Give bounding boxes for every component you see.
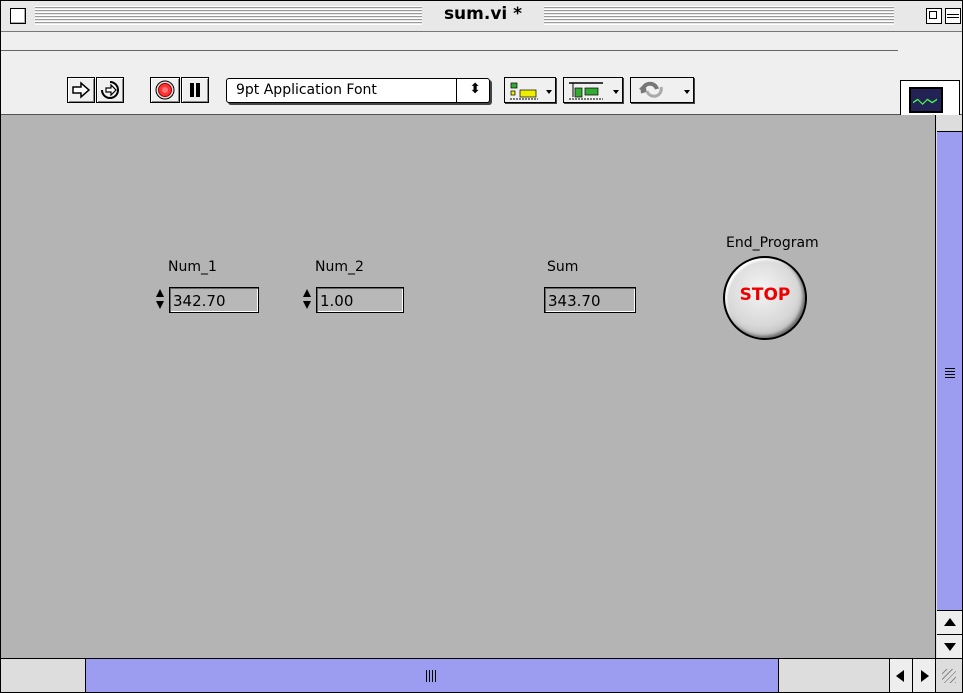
vi-window: sum.vi * 9pt Application Font ⬍ Num_1 34… [0, 0, 963, 693]
num-1-label: Num_1 [168, 259, 217, 275]
zoom-box[interactable] [926, 8, 942, 24]
toolbar: 9pt Application Font ⬍ [1, 32, 962, 142]
abort-icon [155, 80, 175, 100]
front-panel: Num_1 342.70 Num_2 1.00 Sum 343.70 End_P… [1, 115, 935, 658]
distribute-objects-dropdown[interactable] [563, 77, 623, 103]
scroll-down-button[interactable] [937, 634, 962, 658]
horizontal-scroll-track[interactable] [1, 659, 86, 692]
distribute-objects-icon [569, 82, 603, 100]
align-objects-icon [510, 82, 538, 100]
title-bar-stripes [544, 6, 894, 25]
resize-grip[interactable] [935, 658, 962, 692]
num-1-increment-decrement[interactable] [156, 287, 164, 313]
font-select-value: 9pt Application Font [236, 82, 377, 98]
num-2-label: Num_2 [315, 259, 364, 275]
reorder-icon [639, 81, 663, 98]
vertical-scroll-thumb[interactable] [937, 131, 962, 611]
num-1-control[interactable]: 342.70 [169, 287, 259, 313]
stop-button[interactable]: STOP [723, 256, 807, 340]
up-down-arrows-icon: ⬍ [469, 81, 481, 97]
run-arrow-icon [72, 81, 91, 99]
font-select-divider [456, 79, 457, 102]
run-continuously-button[interactable] [96, 77, 124, 103]
scroll-left-button[interactable] [889, 659, 912, 692]
grip-icon [426, 670, 436, 682]
pause-icon [190, 83, 200, 97]
reorder-dropdown[interactable] [630, 77, 694, 103]
scroll-up-button[interactable] [937, 610, 962, 634]
waveform-screen-icon [909, 87, 943, 113]
num-2-increment-decrement[interactable] [303, 287, 311, 313]
num-2-control[interactable]: 1.00 [316, 287, 404, 313]
title-bar-stripes [35, 6, 422, 25]
end-program-label: End_Program [726, 235, 819, 251]
sum-label: Sum [547, 259, 579, 275]
run-continuously-icon [101, 81, 119, 99]
sum-indicator: 343.70 [544, 287, 636, 313]
scroll-right-button[interactable] [912, 659, 935, 692]
stop-button-text: STOP [739, 285, 791, 305]
window-title: sum.vi * [443, 4, 523, 24]
chevron-down-icon [613, 90, 619, 94]
abort-button[interactable] [150, 77, 180, 103]
close-box[interactable] [10, 8, 26, 24]
toolbar-divider [1, 50, 898, 51]
horizontal-scroll-thumb[interactable] [86, 659, 779, 692]
horizontal-scrollbar[interactable] [1, 658, 935, 692]
grip-icon [945, 368, 955, 378]
run-button[interactable] [67, 77, 95, 103]
chevron-down-icon [684, 90, 690, 94]
chevron-down-icon [546, 90, 552, 94]
vertical-scrollbar[interactable] [935, 115, 962, 658]
title-bar[interactable]: sum.vi * [1, 1, 962, 32]
align-objects-dropdown[interactable] [504, 77, 556, 103]
pause-button[interactable] [181, 77, 209, 103]
collapse-box[interactable] [945, 8, 961, 24]
font-select[interactable]: 9pt Application Font ⬍ [226, 78, 490, 103]
